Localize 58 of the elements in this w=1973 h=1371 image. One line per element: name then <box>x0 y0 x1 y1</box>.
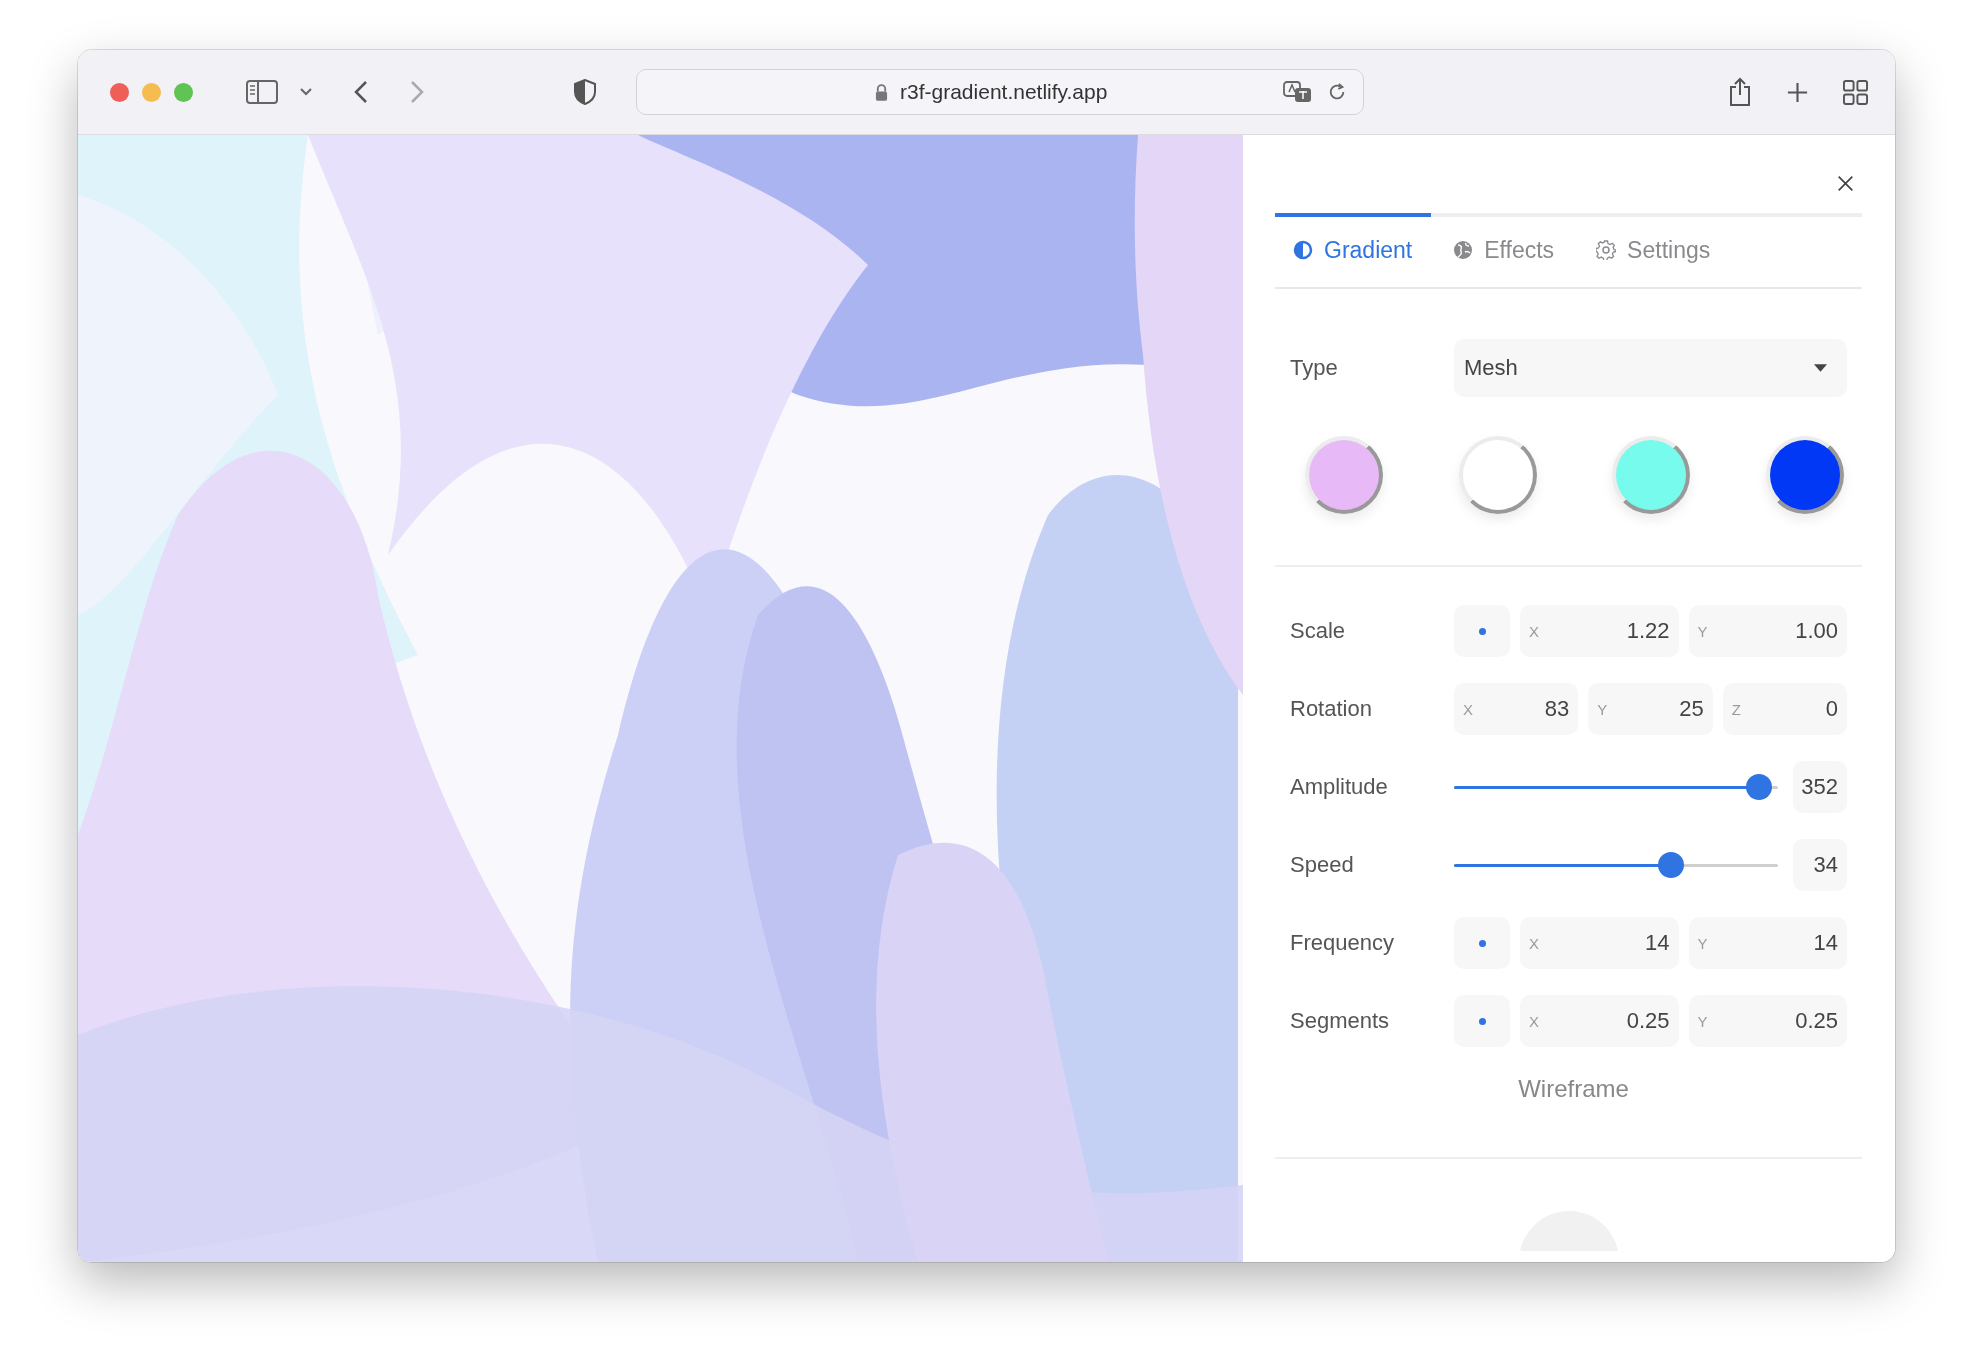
lock-icon <box>875 83 888 101</box>
axis-label: Y <box>1597 700 1608 718</box>
wireframe-button[interactable]: Wireframe <box>1510 1071 1637 1107</box>
address-bar[interactable]: r3f-gradient.netlify.app <box>636 69 1364 115</box>
field-label: Type <box>1290 355 1339 381</box>
globe-icon <box>1453 240 1474 260</box>
field-label: Rotation <box>1290 696 1373 722</box>
axis-label: Y <box>1697 622 1708 640</box>
dot-icon <box>1478 627 1486 635</box>
number-field[interactable]: Y 14 <box>1688 917 1847 969</box>
dot-icon <box>1478 1017 1486 1025</box>
back-icon[interactable] <box>354 80 368 104</box>
contrast-icon <box>1293 240 1313 260</box>
dot-icon <box>1478 939 1486 947</box>
number-field[interactable]: X 14 <box>1520 917 1679 969</box>
axis-label: X <box>1463 700 1473 718</box>
slider-thumb[interactable] <box>1745 774 1772 800</box>
axis-label: Y <box>1697 934 1708 952</box>
number-field[interactable]: X 1.22 <box>1520 605 1679 657</box>
link-toggle[interactable] <box>1454 605 1510 657</box>
slider-track[interactable] <box>1454 852 1778 878</box>
new-tab-icon[interactable] <box>1786 80 1809 104</box>
axis-label: X <box>1529 622 1539 640</box>
number-field[interactable]: Z 0 <box>1722 683 1847 735</box>
field-label: Frequency <box>1290 930 1395 956</box>
panel-tab[interactable]: Gradient <box>1275 213 1432 287</box>
number-field[interactable]: 34 <box>1793 839 1847 891</box>
shield-icon[interactable] <box>574 79 596 105</box>
axis-label: X <box>1529 934 1539 952</box>
slider-thumb[interactable] <box>1658 852 1685 878</box>
share-icon[interactable] <box>1728 77 1752 107</box>
link-toggle[interactable] <box>1454 917 1510 969</box>
number-field[interactable]: Y 1.00 <box>1688 605 1847 657</box>
axis-label: Y <box>1697 1012 1708 1030</box>
link-toggle[interactable] <box>1454 995 1510 1047</box>
chevron-down-icon[interactable] <box>300 88 312 96</box>
close-icon[interactable] <box>1837 175 1854 192</box>
number-field[interactable]: X 0.25 <box>1520 995 1679 1047</box>
reload-icon[interactable] <box>1327 82 1347 102</box>
slider-track[interactable] <box>1454 774 1778 800</box>
field-label: Amplitude <box>1290 774 1389 800</box>
number-field[interactable]: Y 25 <box>1588 683 1713 735</box>
url-text: r3f-gradient.netlify.app <box>900 80 1108 104</box>
tab-overview-icon[interactable] <box>1843 79 1868 105</box>
field-label: Speed <box>1290 852 1355 878</box>
number-field[interactable]: X 83 <box>1454 683 1579 735</box>
number-field[interactable]: 352 <box>1793 761 1847 813</box>
field-label: Scale <box>1290 618 1347 644</box>
number-field[interactable]: Y 0.25 <box>1688 995 1847 1047</box>
axis-label: X <box>1529 1012 1539 1030</box>
gear-icon <box>1596 240 1617 260</box>
axis-label: Z <box>1731 700 1741 718</box>
type-dropdown[interactable]: Mesh <box>1454 339 1847 397</box>
close-window-icon[interactable] <box>110 82 129 102</box>
sidebar-icon[interactable] <box>246 80 278 104</box>
caret-icon <box>1814 364 1827 372</box>
translate-icon[interactable] <box>1283 80 1313 104</box>
field-label: Segments <box>1290 1008 1391 1034</box>
